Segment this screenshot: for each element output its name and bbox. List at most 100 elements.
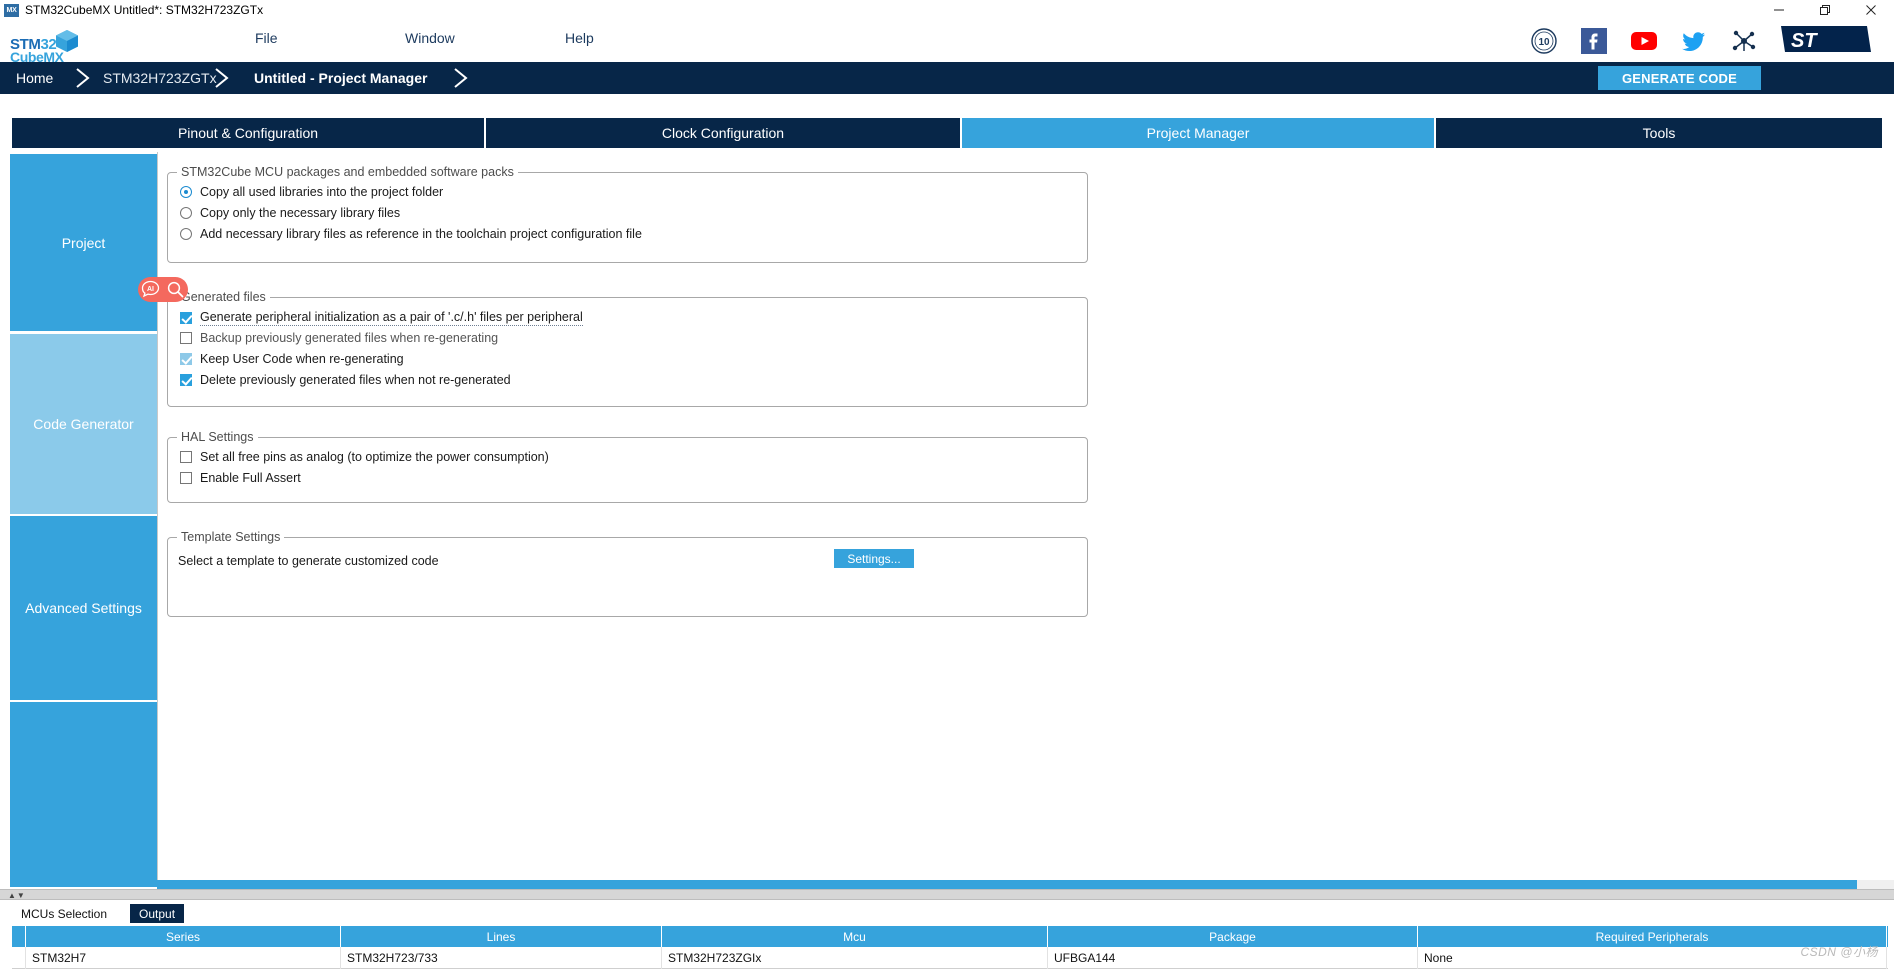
breadcrumb-chevron-icon — [213, 68, 231, 88]
option-label: Add necessary library files as reference… — [200, 227, 642, 241]
table-cell — [12, 947, 26, 969]
checkbox-indicator — [180, 472, 192, 484]
sidebar-filler — [10, 702, 157, 887]
twitter-icon[interactable] — [1681, 28, 1707, 54]
tab-pinout-configuration[interactable]: Pinout & Configuration — [12, 118, 484, 148]
watermark: CSDN @小杨 — [1800, 945, 1878, 959]
menu-item-file[interactable]: File — [255, 30, 278, 46]
community-network-icon[interactable] — [1731, 28, 1757, 54]
app-icon: MX — [4, 3, 19, 17]
svg-text:AI: AI — [147, 286, 154, 293]
svg-text:10: 10 — [1538, 37, 1550, 48]
breadcrumb-item-mcu[interactable]: STM32H723ZGTx — [103, 62, 217, 94]
table-header-cell-mcu[interactable]: Mcu — [662, 926, 1048, 947]
table-header-cell[interactable] — [12, 926, 26, 947]
group-title: Generated files — [177, 290, 270, 304]
panel-splitter[interactable]: ▲▼ — [0, 889, 1894, 900]
cube-icon — [54, 28, 80, 59]
bottom-tab-bar: MCUs Selection Output — [0, 900, 1894, 926]
window-title: STM32CubeMX Untitled*: STM32H723ZGTx — [25, 3, 264, 17]
tab-project-manager[interactable]: Project Manager — [962, 118, 1434, 148]
group-title: HAL Settings — [177, 430, 258, 444]
generate-code-button[interactable]: GENERATE CODE — [1598, 66, 1761, 90]
sidebar-item-code-generator[interactable]: Code Generator — [10, 334, 157, 514]
table-row[interactable]: STM32H7 STM32H723/733 STM32H723ZGIx UFBG… — [12, 947, 1888, 969]
checkbox-indicator — [180, 312, 192, 324]
radio-copy-necessary-libraries[interactable]: Copy only the necessary library files — [180, 206, 400, 220]
facebook-icon[interactable] — [1581, 28, 1607, 54]
bottom-tab-output[interactable]: Output — [130, 904, 185, 923]
horizontal-scrollbar[interactable] — [157, 880, 1894, 889]
sidebar-item-label: Advanced Settings — [25, 600, 142, 616]
option-label: Copy all used libraries into the project… — [200, 185, 444, 199]
table-header-cell-series[interactable]: Series — [26, 926, 341, 947]
window-title-bar: MX STM32CubeMX Untitled*: STM32H723ZGTx — [0, 0, 1894, 20]
option-label: Backup previously generated files when r… — [200, 331, 499, 345]
group-generated-files: Generated files Generate peripheral init… — [167, 290, 1088, 407]
radio-add-library-reference[interactable]: Add necessary library files as reference… — [180, 227, 642, 241]
svg-text:ST: ST — [1791, 30, 1818, 52]
youtube-icon[interactable] — [1631, 28, 1657, 54]
sidebar-item-advanced-settings[interactable]: Advanced Settings — [10, 516, 157, 700]
sidebar-item-project[interactable]: Project — [10, 154, 157, 331]
table-header-cell-package[interactable]: Package — [1048, 926, 1418, 947]
option-label: Keep User Code when re-generating — [200, 352, 404, 366]
bottom-tab-mcus-selection[interactable]: MCUs Selection — [12, 904, 117, 923]
group-title: Template Settings — [177, 530, 285, 544]
checkbox-indicator — [180, 374, 192, 386]
main-tab-bar: Pinout & Configuration Clock Configurati… — [0, 118, 1894, 148]
scrollbar-thumb[interactable] — [157, 880, 1857, 889]
breadcrumb-item-project[interactable]: Untitled - Project Manager — [254, 62, 427, 94]
breadcrumb-chevron-icon — [74, 68, 92, 88]
minimize-icon[interactable] — [1756, 0, 1802, 20]
checkbox-indicator — [180, 332, 192, 344]
tab-tools[interactable]: Tools — [1436, 118, 1882, 148]
group-mcu-packages: STM32Cube MCU packages and embedded soft… — [167, 165, 1088, 263]
close-icon[interactable] — [1848, 0, 1894, 20]
annotation-badge[interactable]: AI — [138, 277, 188, 302]
table-header-row: Series Lines Mcu Package Required Periph… — [12, 926, 1888, 947]
ai-chat-icon[interactable]: AI — [140, 279, 161, 300]
tab-clock-configuration[interactable]: Clock Configuration — [486, 118, 960, 148]
restore-icon[interactable] — [1802, 0, 1848, 20]
checkbox-backup-previously-generated[interactable]: Backup previously generated files when r… — [180, 331, 498, 345]
option-label: Enable Full Assert — [200, 471, 301, 485]
table-header-cell-lines[interactable]: Lines — [341, 926, 662, 947]
group-template-settings: Template Settings Select a template to g… — [167, 530, 1088, 617]
checkbox-generate-peripheral-init-pair[interactable]: Generate peripheral initialization as a … — [180, 310, 583, 326]
radio-indicator — [180, 186, 192, 198]
cubemx-logo: STM32 CubeMX — [8, 20, 82, 65]
option-label: Set all free pins as analog (to optimize… — [200, 450, 549, 464]
checkbox-enable-full-assert[interactable]: Enable Full Assert — [180, 471, 301, 485]
breadcrumb-chevron-icon — [452, 68, 470, 88]
project-manager-sidebar: Project Code Generator Advanced Settings — [10, 152, 157, 887]
checkbox-indicator — [180, 353, 192, 365]
table-cell-package: UFBGA144 — [1048, 947, 1418, 969]
group-title: STM32Cube MCU packages and embedded soft… — [177, 165, 518, 179]
template-description: Select a template to generate customized… — [178, 554, 439, 568]
radio-indicator — [180, 207, 192, 219]
mcu-table: Series Lines Mcu Package Required Periph… — [12, 926, 1888, 969]
sidebar-item-label: Project — [61, 234, 106, 251]
checkbox-set-free-pins-analog[interactable]: Set all free pins as analog (to optimize… — [180, 450, 549, 464]
st-logo-icon[interactable]: ST — [1781, 22, 1871, 56]
radio-copy-all-libraries[interactable]: Copy all used libraries into the project… — [180, 185, 443, 199]
menu-item-window[interactable]: Window — [405, 30, 455, 46]
checkbox-keep-user-code[interactable]: Keep User Code when re-generating — [180, 352, 404, 366]
menu-item-help[interactable]: Help — [565, 30, 594, 46]
group-hal-settings: HAL Settings Set all free pins as analog… — [167, 430, 1088, 503]
table-cell-mcu: STM32H723ZGIx — [662, 947, 1048, 969]
option-label: Delete previously generated files when n… — [200, 373, 511, 387]
code-generator-panel: STM32Cube MCU packages and embedded soft… — [157, 152, 1894, 887]
option-label: Generate peripheral initialization as a … — [200, 310, 583, 326]
splitter-arrows-icon[interactable]: ▲▼ — [8, 891, 26, 900]
anniversary-10-years-icon[interactable]: 10 — [1531, 28, 1557, 54]
checkbox-delete-previously-generated[interactable]: Delete previously generated files when n… — [180, 373, 511, 387]
magnifier-icon[interactable] — [165, 279, 186, 300]
window-controls — [1756, 0, 1894, 20]
table-cell-series: STM32H7 — [26, 947, 341, 969]
template-settings-button[interactable]: Settings... — [834, 549, 914, 568]
option-label: Copy only the necessary library files — [200, 206, 401, 220]
sidebar-item-label: Code Generator — [33, 416, 134, 432]
breadcrumb-item-home[interactable]: Home — [16, 62, 53, 94]
